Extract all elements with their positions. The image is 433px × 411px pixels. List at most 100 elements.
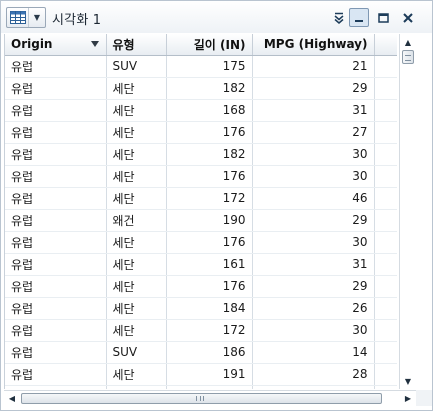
table-row[interactable]: 유럽 SUV 175 21 [5,55,397,78]
table-row[interactable]: 유럽 세단 172 46 [5,187,397,210]
cell-mpg-highway[interactable]: 28 [252,363,375,386]
caret-down-icon[interactable]: ▼ [29,13,45,22]
cell-mpg-highway[interactable]: 30 [252,143,375,166]
cell-length[interactable]: 184 [166,297,253,320]
cell-type[interactable]: 왜건 [106,209,167,232]
minimize-button[interactable] [349,8,369,27]
cell-origin[interactable]: 유럽 [5,209,107,232]
table-row[interactable]: 유럽 세단 184 26 [5,297,397,320]
cell-type[interactable]: SUV [106,341,167,364]
sort-descending-icon[interactable] [90,41,99,47]
cell-length[interactable]: 176 [166,165,253,188]
close-button[interactable] [398,8,418,27]
cell-length[interactable]: 175 [166,55,253,78]
cell-length[interactable]: 172 [166,187,253,210]
cell-type[interactable]: 세단 [106,253,167,276]
cell-origin[interactable]: 유럽 [5,77,107,100]
table-row[interactable]: 유럽 세단 182 30 [5,143,397,166]
cell-type[interactable]: SUV [106,55,167,78]
cell-mpg-highway[interactable]: 14 [252,341,375,364]
scroll-up-icon[interactable]: ▲ [400,34,416,50]
cell-mpg-highway[interactable]: 30 [252,165,375,188]
cell-origin[interactable]: 유럽 [5,319,107,342]
cell-length[interactable]: 176 [166,121,253,144]
cell-origin[interactable]: 유럽 [5,275,107,298]
table-row[interactable]: 유럽 왜건 190 29 [5,209,397,232]
cell-mpg-highway[interactable]: 31 [252,253,375,276]
cell-mpg-highway[interactable]: 26 [252,297,375,320]
cell-origin[interactable]: 유럽 [5,297,107,320]
table-row[interactable]: 유럽 세단 176 29 [5,275,397,298]
cell-length[interactable]: 191 [166,363,253,386]
cell-length[interactable]: 168 [166,99,253,122]
cell-type[interactable]: 세단 [106,165,167,188]
table-row[interactable]: 유럽 세단 191 28 [5,363,397,386]
cell-length[interactable]: 186 [166,341,253,364]
table-row[interactable]: 유럽 SUV 186 14 [5,341,397,364]
cell-origin[interactable] [5,385,107,389]
table-row[interactable]: 유럽 세단 176 27 [5,121,397,144]
double-chevron-down-icon[interactable] [332,8,346,27]
cell-mpg-highway[interactable]: 21 [252,55,375,78]
scroll-right-icon[interactable]: ▶ [400,391,416,406]
table-row[interactable]: 유럽 세단 172 30 [5,319,397,342]
cell-type[interactable]: 세단 [106,77,167,100]
vertical-scroll-thumb[interactable] [402,50,414,64]
table-row[interactable]: 유럽 세단 176 30 [5,165,397,188]
cell-type[interactable]: 세단 [106,319,167,342]
cell-mpg-highway[interactable]: 29 [252,77,375,100]
scroll-down-icon[interactable]: ▼ [400,373,416,389]
table-row[interactable]: 유럽 세단 168 31 [5,99,397,122]
scroll-left-icon[interactable]: ◀ [4,391,20,406]
cell-mpg-highway[interactable]: 27 [252,121,375,144]
cell-mpg-highway[interactable]: 29 [252,275,375,298]
cell-length[interactable]: 172 [166,319,253,342]
cell-origin[interactable]: 유럽 [5,165,107,188]
cell-origin[interactable]: 유럽 [5,143,107,166]
cell-mpg-highway[interactable]: 46 [252,187,375,210]
cell-origin[interactable]: 유럽 [5,121,107,144]
cell-origin[interactable]: 유럽 [5,99,107,122]
cell-type[interactable]: 세단 [106,99,167,122]
cell-empty [374,99,397,122]
table-row[interactable]: 유럽 세단 176 30 [5,231,397,254]
cell-type[interactable]: 세단 [106,275,167,298]
cell-length[interactable]: 176 [166,275,253,298]
view-type-button[interactable]: ▼ [6,7,46,28]
cell-origin[interactable]: 유럽 [5,253,107,276]
cell-type[interactable]: 세단 [106,297,167,320]
cell-type[interactable]: 세단 [106,187,167,210]
cell-length[interactable]: 182 [166,143,253,166]
cell-origin[interactable]: 유럽 [5,55,107,78]
cell-mpg-highway[interactable]: 31 [252,99,375,122]
cell-origin[interactable]: 유럽 [5,231,107,254]
maximize-button[interactable] [373,8,393,27]
cell-mpg-highway[interactable]: 30 [252,231,375,254]
vertical-scrollbar[interactable]: ▲ ▼ [399,34,416,389]
table-row[interactable] [5,385,397,389]
cell-origin[interactable]: 유럽 [5,187,107,210]
column-header-type[interactable]: 유형 [106,34,167,56]
cell-type[interactable]: 세단 [106,363,167,386]
column-header-mpg-highway[interactable]: MPG (Highway) [252,34,375,56]
cell-type[interactable]: 세단 [106,231,167,254]
cell-length[interactable]: 182 [166,77,253,100]
cell-length[interactable]: 161 [166,253,253,276]
cell-type[interactable]: 세단 [106,121,167,144]
cell-mpg-highway[interactable] [252,385,375,389]
cell-type[interactable] [106,385,167,389]
horizontal-scrollbar[interactable]: ◀ ▶ [4,390,416,406]
cell-length[interactable]: 176 [166,231,253,254]
cell-length[interactable] [166,385,253,389]
cell-origin[interactable]: 유럽 [5,363,107,386]
cell-length[interactable]: 190 [166,209,253,232]
horizontal-scroll-thumb[interactable] [21,393,382,404]
table-row[interactable]: 유럽 세단 161 31 [5,253,397,276]
cell-origin[interactable]: 유럽 [5,341,107,364]
column-header-origin[interactable]: Origin [5,34,107,56]
cell-mpg-highway[interactable]: 30 [252,319,375,342]
cell-type[interactable]: 세단 [106,143,167,166]
cell-mpg-highway[interactable]: 29 [252,209,375,232]
column-header-length[interactable]: 길이 (IN) [166,34,253,56]
table-row[interactable]: 유럽 세단 182 29 [5,77,397,100]
